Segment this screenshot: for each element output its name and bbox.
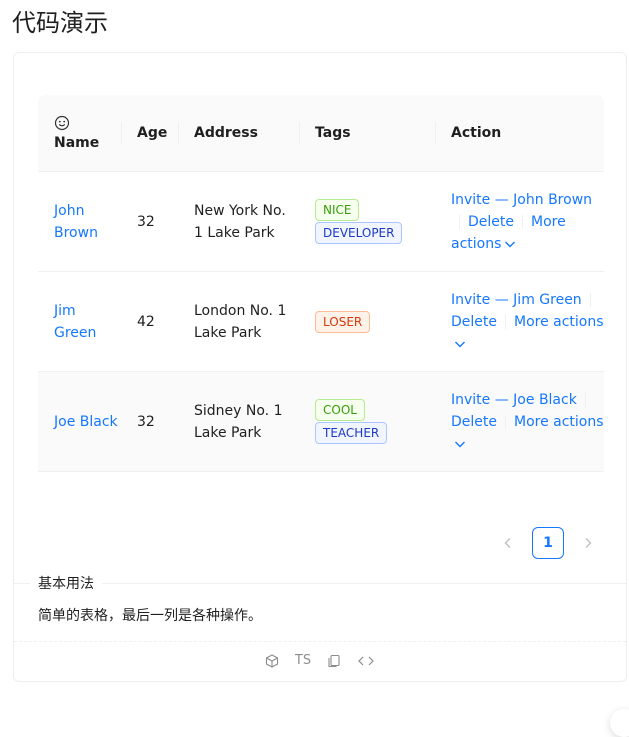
demo-description: 简单的表格，最后一列是各种操作。 — [38, 608, 262, 624]
row-address: Sidney No. 1 Lake Park — [194, 402, 283, 441]
tag-nice: NICE — [315, 199, 360, 221]
action-divider — [505, 414, 506, 429]
actions-divider — [14, 641, 626, 643]
chevron-down-icon — [455, 341, 465, 347]
pagination-next-button[interactable] — [572, 527, 604, 559]
copy-icon[interactable] — [327, 654, 341, 668]
pagination: 1 — [492, 527, 604, 559]
tag-loser: LOSER — [315, 310, 371, 333]
row-age: 32 — [137, 213, 155, 230]
floating-action-button[interactable] — [610, 709, 629, 737]
row-age: 42 — [137, 313, 155, 330]
column-header-tags: Tags — [299, 125, 435, 141]
chevron-down-icon — [455, 441, 465, 447]
table-row: John Brown 32 New York No. 1 Lake Park N… — [38, 172, 604, 272]
chevron-left-icon — [504, 538, 511, 548]
invite-link[interactable]: Invite — John Brown — [451, 192, 592, 208]
row-age: 32 — [137, 413, 155, 430]
action-divider — [584, 392, 586, 407]
delete-link[interactable]: Delete — [468, 214, 514, 230]
row-address: New York No. 1 Lake Park — [194, 202, 286, 241]
invite-link[interactable]: Invite — Joe Black — [451, 392, 577, 408]
code-actions: TS — [14, 653, 626, 668]
demo-card: Name Age Address Tags Action John Brown … — [13, 52, 629, 737]
delete-link[interactable]: Delete — [451, 414, 497, 430]
users-table: Name Age Address Tags Action John Brown … — [38, 95, 604, 559]
column-header-age: Age — [121, 125, 178, 141]
table-row: Joe Black 32 Sidney No. 1 Lake Park COOL… — [38, 372, 604, 472]
tag-developer: DEVELOPER — [315, 222, 403, 244]
column-header-action: Action — [435, 125, 604, 141]
row-address: London No. 1 Lake Park — [194, 302, 287, 341]
pagination-page-1[interactable]: 1 — [532, 527, 564, 559]
meta-divider — [14, 583, 626, 584]
action-divider — [589, 292, 591, 307]
invite-link[interactable]: Invite — Jim Green — [451, 292, 582, 308]
smile-icon — [54, 115, 70, 131]
row-name-link[interactable]: Joe Black — [54, 414, 118, 430]
tag-cool: COOL — [315, 399, 365, 421]
column-header-name[interactable]: Name — [38, 115, 121, 151]
more-actions-label: More actions — [514, 313, 604, 330]
table-row: Jim Green 42 London No. 1 Lake Park LOSE… — [38, 272, 604, 372]
tag-teacher: TEACHER — [315, 422, 388, 444]
more-actions-label: More actions — [514, 413, 604, 430]
chevron-right-icon — [585, 538, 592, 548]
demo-title: 基本用法 — [30, 573, 102, 595]
delete-link[interactable]: Delete — [451, 314, 497, 330]
row-name-link[interactable]: Jim Green — [54, 303, 96, 341]
chevron-down-icon — [505, 241, 516, 247]
table-header: Name Age Address Tags Action — [38, 95, 604, 172]
column-header-name-label: Name — [54, 135, 100, 151]
action-divider — [522, 214, 523, 229]
action-divider — [505, 314, 506, 329]
row-name-link[interactable]: John Brown — [54, 203, 98, 241]
code-expand-icon[interactable] — [357, 654, 375, 668]
page-title: 代码演示 — [12, 9, 108, 37]
column-header-address: Address — [178, 125, 299, 141]
pagination-prev-button[interactable] — [492, 527, 524, 559]
codesandbox-icon[interactable] — [265, 653, 279, 668]
action-divider — [459, 214, 460, 229]
typescript-toggle[interactable]: TS — [295, 653, 311, 668]
